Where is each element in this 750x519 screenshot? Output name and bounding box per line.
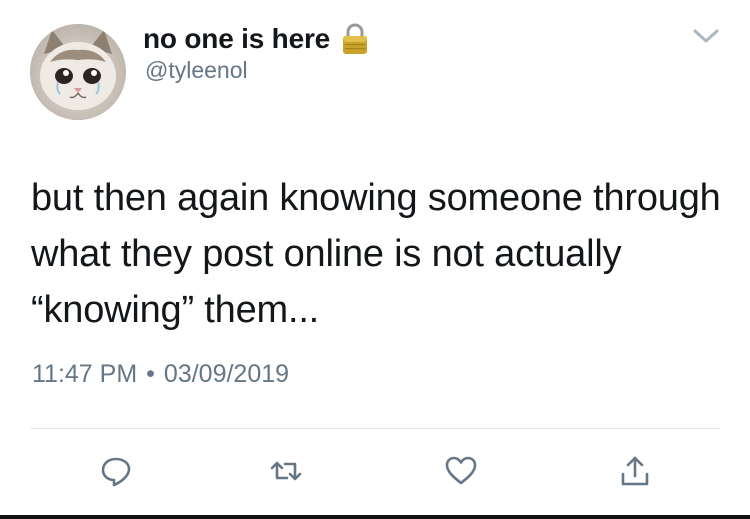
author-name-row: no one is here: [143, 20, 370, 58]
reply-button[interactable]: [98, 453, 134, 489]
tweet-time: 11:47 PM: [32, 360, 138, 388]
tweet-date: 03/09/2019: [163, 360, 290, 388]
tweet-card: no one is here @tyleenol but then again …: [0, 0, 750, 519]
heart-icon: [445, 456, 477, 485]
lock-icon: [340, 22, 370, 56]
timestamp-separator: •: [146, 360, 155, 388]
retweet-button[interactable]: [268, 453, 304, 489]
chevron-down-icon[interactable]: [692, 26, 720, 46]
retweet-icon: [270, 461, 302, 481]
action-bar: [0, 445, 750, 495]
bottom-edge: [0, 515, 750, 519]
share-icon: [621, 456, 649, 486]
timestamp[interactable]: 11:47 PM • 03/09/2019: [32, 360, 289, 389]
reply-icon: [101, 457, 131, 487]
divider: [30, 428, 720, 429]
user-handle[interactable]: @tyleenol: [145, 57, 248, 84]
tweet-text: but then again knowing someone through w…: [31, 177, 721, 331]
crying-cat-avatar: [30, 24, 126, 120]
share-button[interactable]: [617, 453, 653, 489]
like-button[interactable]: [443, 453, 479, 489]
display-name[interactable]: no one is here: [143, 23, 330, 55]
avatar[interactable]: [30, 24, 126, 120]
